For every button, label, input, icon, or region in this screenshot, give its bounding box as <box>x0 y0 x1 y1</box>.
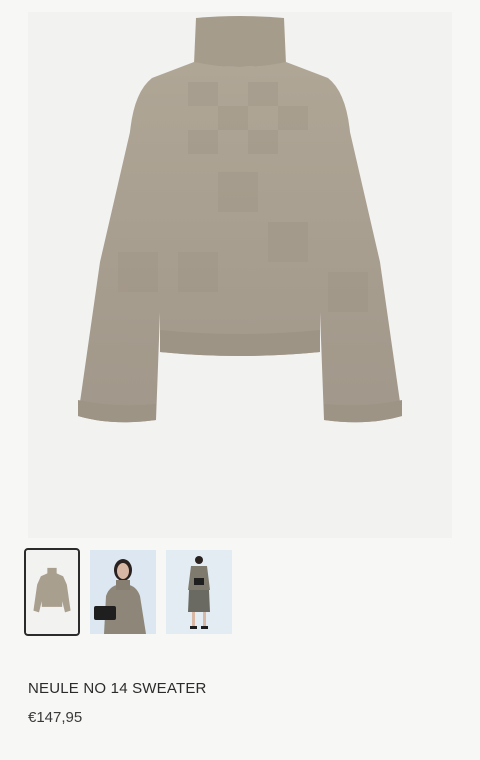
sweater-thumbnail-image <box>26 551 78 633</box>
thumbnail-gallery <box>24 548 232 636</box>
thumbnail-model-clutch[interactable] <box>90 550 156 634</box>
model-clutch-thumbnail-image <box>90 550 156 634</box>
model-full-thumbnail-image <box>166 550 232 634</box>
thumbnail-model-full[interactable] <box>166 550 232 634</box>
sweater-image <box>78 16 402 423</box>
product-main-image[interactable] <box>28 12 452 538</box>
product-title: NEULE NO 14 SWEATER <box>28 680 207 697</box>
product-price: €147,95 <box>28 709 83 726</box>
thumbnail-sweater[interactable] <box>24 548 80 636</box>
